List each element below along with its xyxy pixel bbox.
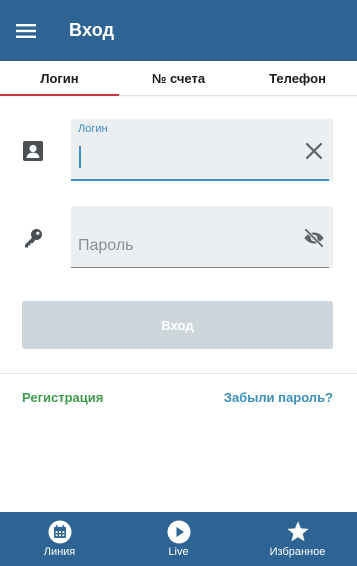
app-bar: Вход (0, 0, 357, 61)
login-submit-button[interactable]: Вход (22, 301, 333, 349)
login-field-label: Логин (78, 123, 108, 135)
tab-phone[interactable]: Телефон (238, 61, 357, 95)
login-field[interactable]: Логин (71, 119, 333, 181)
password-field-row (0, 206, 357, 268)
register-link[interactable]: Регистрация (22, 390, 103, 405)
menu-button[interactable] (0, 0, 52, 61)
login-method-tabs: Логин № счета Телефон (0, 61, 357, 96)
divider (0, 373, 357, 374)
nav-label-favorites: Избранное (269, 546, 326, 558)
password-field[interactable] (71, 206, 333, 268)
key-icon (25, 229, 42, 248)
forgot-password-link[interactable]: Забыли пароль? (224, 390, 333, 405)
calendar-icon (48, 520, 71, 544)
nav-item-favorites[interactable]: Избранное (238, 512, 357, 566)
page-title: Вход (69, 20, 115, 40)
nav-item-live[interactable]: Live (119, 512, 238, 566)
nav-item-line[interactable]: Линия (0, 512, 119, 566)
password-field-underline (71, 267, 329, 268)
bottom-navigation: Линия Live Избранное (0, 512, 357, 566)
nav-label-line: Линия (43, 546, 76, 558)
login-field-underline (71, 179, 329, 181)
hamburger-menu-icon (16, 23, 36, 38)
clear-x-icon[interactable] (303, 140, 325, 162)
eye-off-icon[interactable] (303, 227, 325, 249)
star-icon (286, 521, 309, 542)
login-input[interactable] (78, 141, 293, 169)
text-cursor (79, 146, 81, 168)
login-field-row: Логин (0, 119, 357, 181)
tab-login[interactable]: Логин (0, 61, 119, 96)
tab-account-number[interactable]: № счета (119, 61, 238, 95)
nav-label-live: Live (168, 546, 189, 558)
contact-card-icon (23, 141, 43, 161)
play-icon (167, 520, 190, 544)
password-input[interactable] (78, 232, 293, 260)
